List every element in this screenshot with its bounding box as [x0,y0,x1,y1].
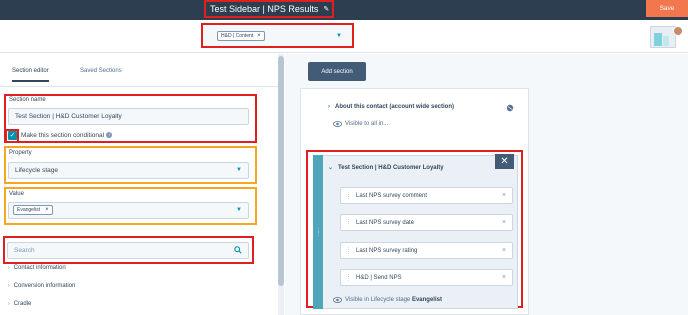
property-group-label: Cradle [13,301,32,307]
drag-handle-icon[interactable]: ⋮ ⋮ [346,192,351,199]
drag-handle-icon[interactable]: ⋮ ⋮ [316,229,321,240]
drag-handle-icon[interactable]: ⋮ ⋮ [346,219,351,226]
drag-handle-icon[interactable]: ⋮ ⋮ [346,247,351,254]
tab-divider [0,86,284,87]
property-select[interactable]: Lifecycle stage [8,162,249,179]
about-section-header[interactable]: › About this contact (account wide sectio… [328,104,454,110]
team-filter-tag[interactable]: H&D | Content × [217,30,265,41]
chevron-down-icon[interactable]: ▼ [236,167,242,173]
pencil-icon[interactable]: ✎ [323,5,329,13]
search-input[interactable]: Search [7,242,249,259]
tab-section-editor[interactable]: Section editor [12,68,49,82]
section-name-input[interactable]: Test Section | H&D Customer Loyalty [8,108,249,125]
remove-section-button[interactable]: ✕ [495,154,514,169]
remove-property-icon[interactable]: × [502,274,506,281]
about-visibility-text: Visible to all in... [345,121,389,127]
save-button[interactable]: Save [646,0,688,17]
property-row[interactable]: ⋮ ⋮ Last NPS survey date × [340,214,513,231]
chevron-right-icon: › [8,301,10,307]
sidebar-title[interactable]: Test Sidebar | NPS Results ✎ [204,0,334,18]
drag-handle-icon[interactable]: ⋮ ⋮ [346,274,351,281]
tab-saved-sections[interactable]: Saved Sections [80,68,122,74]
property-group-conversion-information[interactable]: › Conversion information [8,283,75,289]
test-section-header[interactable]: ⌄ Test Section | H&D Customer Loyalty [328,164,444,171]
property-row[interactable]: ⋮ ⋮ Last NPS survey rating × [340,242,513,259]
property-group-cradle[interactable]: › Cradle [8,301,31,307]
value-label: Value [9,191,24,197]
preview-thumbnail-bar [663,36,669,46]
property-select-value: Lifecycle stage [15,167,58,174]
remove-property-icon[interactable]: × [502,247,506,254]
team-filter-tag-label: H&D | Content [221,32,254,39]
info-icon[interactable]: i [106,132,113,139]
property-row-label: Last NPS survey comment [356,192,428,199]
conditional-label: Make this section conditional i [21,132,113,139]
preview-thumbnail-bar [654,33,662,46]
remove-property-icon[interactable]: × [502,192,506,199]
remove-property-icon[interactable]: × [502,219,506,226]
property-row-label: Last NPS survey rating [356,247,418,254]
property-row[interactable]: ⋮ ⋮ H&D | Send NPS × [340,269,513,286]
test-section-title: Test Section | H&D Customer Loyalty [338,165,444,171]
property-row-label: Last NPS survey date [356,219,415,226]
test-section-visibility: Visible in Lifecycle stage Evangelist [345,297,442,303]
remove-tag-icon[interactable]: × [45,207,49,213]
about-section-title: About this contact (account wide section… [335,104,455,110]
add-section-button[interactable]: Add section [308,62,366,81]
top-bar [0,0,688,20]
conditional-checkbox[interactable]: ✓ [8,131,17,140]
remove-tag-icon[interactable]: × [257,33,261,39]
chevron-right-icon: › [8,283,10,289]
property-group-contact-information[interactable]: › Contact information [8,265,66,271]
sidebar-title-text: Test Sidebar | NPS Results [210,4,319,14]
chevron-down-icon[interactable]: ▼ [336,33,342,39]
property-group-label: Conversion information [13,283,76,289]
scrollbar-thumb[interactable] [278,56,284,286]
visibility-value: Evangelist [411,297,442,303]
value-tag[interactable]: Evangelist × [13,205,53,215]
eye-icon [333,297,342,303]
property-row[interactable]: ⋮ ⋮ Last NPS survey comment × [340,187,513,204]
property-label: Property [9,150,32,156]
avatar[interactable] [673,26,683,36]
chevron-right-icon: › [8,265,10,271]
property-group-label: Contact information [13,265,66,271]
globe-icon [506,104,514,112]
visibility-prefix: Visible in Lifecycle stage [345,297,411,303]
property-row-label: H&D | Send NPS [356,274,402,281]
chevron-down-icon: ⌄ [328,165,334,171]
section-name-label: Section name [9,97,46,103]
chevron-down-icon[interactable]: ▼ [236,207,242,213]
team-filter-select[interactable]: H&D | Content × ▼ [201,23,354,48]
value-tag-label: Evangelist [17,207,41,213]
conditional-label-text: Make this section conditional [21,132,105,139]
search-icon[interactable] [234,246,242,254]
chevron-right-icon: › [328,104,330,110]
eye-icon [333,121,342,127]
